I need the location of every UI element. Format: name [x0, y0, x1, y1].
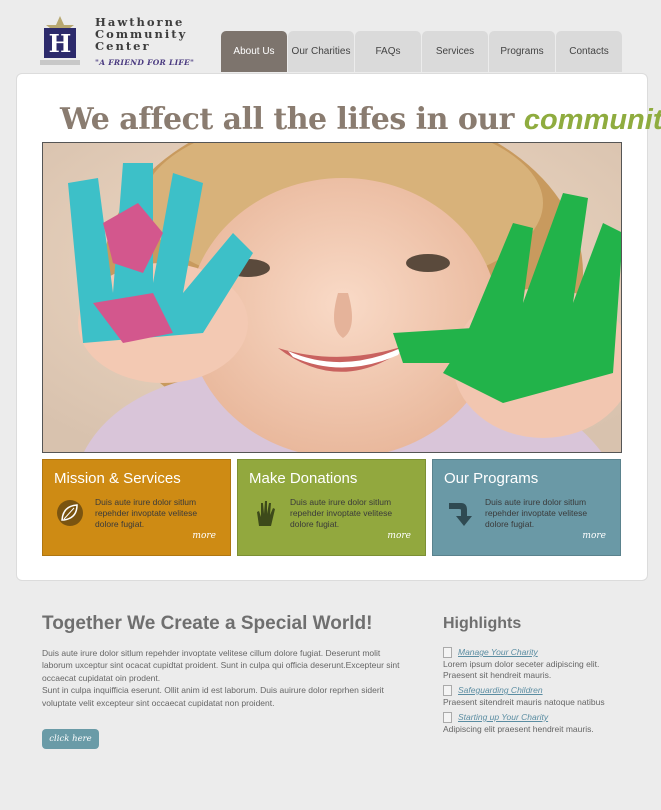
body-paragraph-2: Sunt in culpa inquifficia eserunt. Ollit… — [42, 685, 384, 708]
document-icon — [443, 646, 452, 658]
hero-headline-text: We affect all the lifes in our — [60, 102, 514, 137]
highlight-link[interactable]: Manage Your Charity — [443, 646, 633, 658]
more-link[interactable]: more — [582, 531, 606, 541]
highlights-title: Highlights — [443, 615, 522, 632]
feature-mission-services[interactable]: Mission & Services Duis aute irure dolor… — [42, 459, 231, 556]
feature-make-donations[interactable]: Make Donations Duis aute irure dolor sit… — [237, 459, 426, 556]
highlight-link[interactable]: Safeguarding Children — [443, 684, 633, 696]
highlight-link-text[interactable]: Safeguarding Children — [458, 684, 543, 696]
feature-title: Make Donations — [249, 470, 358, 487]
logo-emblem-icon: H — [40, 16, 80, 65]
nav-tab-about-us[interactable]: About Us — [221, 31, 287, 72]
list-item: Safeguarding Children Praesent sitendrei… — [443, 684, 633, 708]
more-link[interactable]: more — [192, 531, 216, 541]
section-body: Duis aute irure dolor sitlum repehder in… — [42, 647, 402, 709]
document-icon — [443, 684, 452, 696]
document-icon — [443, 711, 452, 723]
nav-tab-faqs[interactable]: FAQs — [355, 31, 421, 72]
hero-headline-accent: community — [523, 104, 661, 136]
logo-line-3: Center — [95, 39, 151, 53]
feature-our-programs[interactable]: Our Programs Duis aute irure dolor sitlu… — [432, 459, 621, 556]
list-item: Manage Your Charity Lorem ipsum dolor se… — [443, 646, 633, 681]
feature-title: Our Programs — [444, 470, 539, 487]
hero-headline: We affect all the lifes in our community — [60, 102, 661, 137]
nav-tab-programs[interactable]: Programs — [489, 31, 555, 72]
site-logo[interactable]: H Hawthorne Community Center "A FRIEND F… — [40, 14, 200, 72]
feature-text: Duis aute irure dolor sitlum repehder in… — [485, 497, 588, 529]
section-title: Together We Create a Special World! — [42, 613, 373, 634]
click-here-button[interactable]: click here — [42, 729, 99, 749]
nav-tab-our-charities[interactable]: Our Charities — [288, 31, 354, 72]
nav-tab-services[interactable]: Services — [422, 31, 488, 72]
hero-photo-illustration — [43, 143, 621, 452]
highlight-link-text[interactable]: Starting up Your Charity — [458, 711, 548, 723]
highlights-list: Manage Your Charity Lorem ipsum dolor se… — [443, 646, 633, 738]
feature-text: Duis aute irure dolor sitlum repehder in… — [290, 497, 393, 529]
highlight-link[interactable]: Starting up Your Charity — [443, 711, 633, 723]
highlight-link-text[interactable]: Manage Your Charity — [458, 646, 538, 658]
feature-text: Duis aute irure dolor sitlum repehder in… — [95, 497, 198, 529]
arrow-down-icon — [449, 503, 472, 526]
highlight-desc: Adipiscing elit praesent hendreit mauris… — [443, 724, 594, 734]
nav-tab-contacts[interactable]: Contacts — [556, 31, 622, 72]
body-paragraph-1: Duis aute irure dolor sitlum repehder in… — [42, 648, 400, 683]
main-nav: About Us Our Charities FAQs Services Pro… — [221, 31, 623, 72]
more-link[interactable]: more — [387, 531, 411, 541]
highlight-desc: Lorem ipsum dolor seceter adipiscing eli… — [443, 659, 600, 680]
hero-image — [42, 142, 622, 453]
logo-tagline: "A FRIEND FOR LIFE" — [95, 58, 195, 67]
list-item: Starting up Your Charity Adipiscing elit… — [443, 711, 633, 735]
logo-mark-letter: H — [49, 29, 72, 58]
feature-title: Mission & Services — [54, 470, 181, 487]
highlight-desc: Praesent sitendreit mauris natoque natib… — [443, 697, 605, 707]
logo-text: Hawthorne Community Center — [95, 16, 187, 52]
hand-icon — [257, 501, 275, 526]
leaf-icon — [57, 500, 83, 526]
